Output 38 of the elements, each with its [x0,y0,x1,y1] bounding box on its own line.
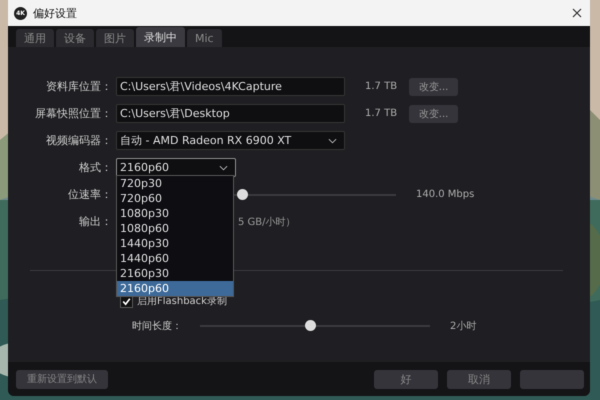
path-field[interactable]: C:\Users\君\Videos\4KCapture [116,77,345,96]
tab[interactable]: Mic [187,29,222,47]
dropdown-option[interactable]: 1080p60 [117,221,233,236]
dropdown-option[interactable]: 1080p30 [117,206,233,221]
dropdown-option[interactable]: 720p30 [117,176,233,191]
close-icon[interactable] [572,8,582,18]
field-label: 屏幕快照位置： [34,106,112,121]
slider-thumb[interactable] [305,320,316,330]
tab[interactable]: 录制中 [136,27,185,47]
tab[interactable]: 通用 [16,29,54,47]
output-size: 5 GB/小时） [238,216,296,228]
format-dropdown[interactable]: 2160p60 [116,158,236,177]
bitrate-value: 140.0 Mbps [416,189,474,200]
encoder-dropdown[interactable]: 自动 - AMD Radeon RX 6900 XT [116,131,345,150]
path-field[interactable]: C:\Users\君\Desktop [116,104,345,123]
field-label: 位速率： [67,187,112,202]
tab[interactable]: 设备 [56,29,94,47]
dropdown-option[interactable]: 2160p60 [117,281,233,296]
field-label: 视频编码器： [45,133,112,148]
duration-value: 2小时 [450,320,476,332]
free-space: 1.7 TB [365,81,398,92]
change-button[interactable]: 改变... [409,104,458,122]
dropdown-option[interactable]: 1440p60 [117,251,233,266]
field-label: 格式： [78,160,112,175]
field-label: 时间长度： [132,320,182,332]
field-label: 资料库位置： [45,79,112,94]
dropdown-option[interactable]: 720p60 [117,191,233,206]
free-space: 1.7 TB [365,108,398,119]
window-title: 偏好设置 [33,6,78,20]
field-label: 输出： [78,214,112,229]
chevron-icon [328,138,337,144]
slider-thumb[interactable] [237,188,248,200]
dropdown-option[interactable]: 1440p30 [117,236,233,251]
dropdown-option[interactable]: 2160p30 [117,266,233,281]
change-button[interactable]: 改变... [409,78,458,96]
tab[interactable]: 图片 [96,29,134,47]
chevron-icon [219,164,228,170]
reset-button[interactable]: 重新设置到默认 [16,370,108,388]
